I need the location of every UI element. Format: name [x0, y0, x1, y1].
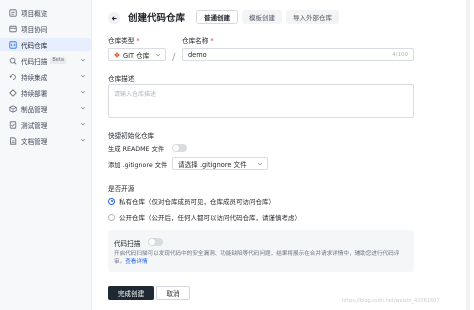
beta-badge: Beta [50, 57, 66, 64]
artifact-icon [9, 104, 17, 113]
gitignore-label: 添加 .gitignore 文件 [108, 162, 168, 169]
overview-icon [9, 8, 17, 17]
sidebar-item-artifact[interactable]: 制品管理 [0, 102, 92, 115]
public-repo-option[interactable]: 公开仓库（公开后，任何人都可以访问代码仓库，请谨慎考虑） [108, 212, 301, 222]
ci-icon [9, 73, 17, 81]
code-icon [9, 40, 17, 49]
watermark: https://blog.csdn.net/weixin_42361607 [342, 298, 440, 304]
chevron-down-icon[interactable] [80, 89, 86, 95]
scan-title: 代码扫描 [114, 240, 141, 248]
sidebar-item-label: 测试管理 [21, 121, 48, 130]
sidebar-item-label: 项目概览 [21, 9, 48, 18]
repo-type-label: 仓库类型 * [108, 37, 140, 45]
scrollbar[interactable] [466, 0, 470, 310]
scan-icon [9, 57, 17, 65]
sidebar-item-test[interactable]: 测试管理 [0, 118, 92, 131]
required-mark: * [136, 37, 140, 45]
char-counter: 4/100 [392, 52, 408, 58]
tab-template-create[interactable]: 模板创建 [242, 10, 282, 24]
repo-type-value: GIT 仓库 [123, 51, 150, 60]
desc-textarea[interactable]: 请输入仓库描述 [108, 84, 414, 118]
desc-placeholder: 请输入仓库描述 [114, 91, 157, 98]
deploy-icon [9, 88, 17, 97]
quick-init-label: 快捷初始化仓库 [108, 132, 155, 140]
sidebar-item-overview[interactable]: 项目概览 [0, 6, 92, 19]
sidebar-item-ci[interactable]: 持续集成 [0, 70, 92, 83]
sidebar-item-label: 项目协同 [21, 25, 48, 34]
tab-normal-create[interactable]: 普通创建 [196, 10, 238, 24]
doc-icon [9, 136, 17, 145]
desc-label: 仓库描述 [108, 75, 135, 83]
sidebar-item-doc[interactable]: 文档管理 [0, 134, 92, 147]
code-scan-panel: 代码扫描 开启代码扫描可以发现代码中的安全漏洞、功能缺陷等代码问题，结果将展示在… [108, 230, 414, 272]
chevron-down-icon[interactable] [80, 121, 86, 127]
radio-unchecked[interactable] [108, 213, 115, 221]
sidebar: 项目概览 项目协同 代码仓库 代码扫描 Beta 持续集成 持续部署 制品管理 … [0, 0, 92, 310]
scan-toggle[interactable] [148, 238, 163, 246]
back-button[interactable] [108, 12, 120, 24]
creation-tabs: 普通创建 模板创建 导入外部仓库 [196, 10, 339, 24]
sidebar-item-label: 文档管理 [21, 137, 48, 146]
sidebar-item-label: 代码扫描 [21, 57, 48, 66]
sidebar-item-code[interactable]: 代码仓库 [0, 38, 92, 51]
sidebar-item-label: 代码仓库 [21, 41, 48, 50]
private-repo-option[interactable]: 私有仓库（仅对仓库成员可见，仓库成员可访问仓库） [108, 196, 275, 206]
gitignore-select[interactable]: 请选择 .gitignore 文件 [172, 157, 268, 170]
private-option-label: 私有仓库（仅对仓库成员可见，仓库成员可访问仓库） [119, 198, 275, 206]
readme-label: 生成 README 文件 [108, 146, 165, 153]
cancel-button[interactable]: 取消 [156, 286, 190, 300]
chevron-down-icon[interactable] [80, 137, 86, 143]
git-icon [114, 51, 120, 58]
chevron-down-icon[interactable] [80, 57, 86, 63]
scan-description: 开启代码扫描可以发现代码中的安全漏洞、功能缺陷等代码问题，结果将展示在合并请求详… [114, 251, 400, 265]
repo-type-select[interactable]: GIT 仓库 [108, 48, 166, 61]
repo-name-value: demo [188, 50, 207, 59]
chevron-down-icon [257, 161, 263, 167]
required-mark: * [210, 37, 214, 45]
sidebar-item-deploy[interactable]: 持续部署 [0, 86, 92, 99]
sidebar-item-scan[interactable]: 代码扫描 Beta [0, 54, 92, 67]
repo-name-input[interactable]: demo 4/100 [182, 48, 414, 61]
repo-name-label: 仓库名称 * [182, 37, 214, 45]
sidebar-item-label: 制品管理 [21, 105, 48, 114]
tab-import-external[interactable]: 导入外部仓库 [286, 10, 339, 24]
chevron-down-icon [155, 52, 161, 58]
test-icon [9, 120, 17, 129]
submit-button[interactable]: 完成创建 [108, 286, 154, 300]
open-source-label: 是否开源 [108, 185, 135, 193]
chevron-down-icon[interactable] [80, 73, 86, 79]
chevron-down-icon[interactable] [80, 105, 86, 111]
sidebar-item-collab[interactable]: 项目协同 [0, 22, 92, 35]
path-separator: / [172, 52, 176, 63]
readme-toggle[interactable] [172, 144, 187, 152]
arrow-left-icon [111, 15, 117, 21]
public-option-label: 公开仓库（公开后，任何人都可以访问代码仓库，请谨慎考虑） [119, 214, 301, 222]
sidebar-item-label: 持续部署 [21, 89, 48, 98]
scan-details-link[interactable]: 查看详情 [125, 259, 147, 265]
radio-checked[interactable] [108, 197, 115, 205]
sidebar-item-label: 持续集成 [21, 73, 48, 82]
gitignore-select-value: 请选择 .gitignore 文件 [178, 160, 247, 169]
page-title: 创建代码仓库 [128, 13, 186, 24]
collab-icon [9, 25, 17, 33]
